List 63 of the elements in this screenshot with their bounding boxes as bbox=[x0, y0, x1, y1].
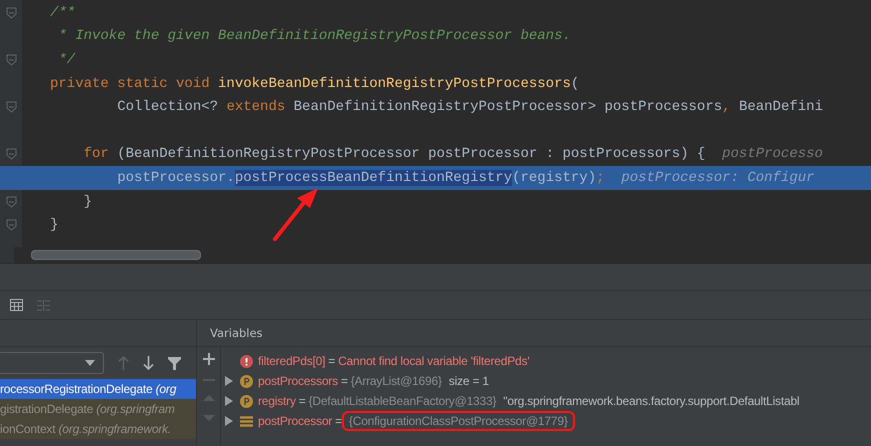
inline-value-hint: postProcessor: Configur bbox=[621, 170, 815, 186]
list-settings-icon[interactable] bbox=[37, 300, 50, 310]
variable-value: Cannot find local variable 'filteredPds' bbox=[338, 354, 530, 368]
stack-frame-item[interactable]: gistrationDelegate (org.springfram bbox=[0, 399, 196, 419]
variable-value: {DefaultListableBeanFactory@1333} bbox=[308, 394, 496, 408]
variable-value: {ConfigurationClassPostProcessor@1779} bbox=[344, 414, 572, 428]
code-token: for bbox=[82, 146, 110, 162]
code-token: /** bbox=[50, 4, 76, 21]
table-icon[interactable] bbox=[10, 299, 23, 311]
fold-marker-icon[interactable] bbox=[6, 196, 16, 208]
code-token: private static void bbox=[50, 76, 211, 92]
code-token: ( bbox=[570, 76, 580, 92]
code-token: postProcessor. bbox=[116, 170, 235, 186]
panel-title: Variables bbox=[210, 326, 263, 340]
variable-name: postProcessors bbox=[258, 374, 338, 388]
add-icon[interactable] bbox=[202, 353, 214, 365]
inline-value-hint: postProcesso bbox=[722, 146, 823, 162]
field-icon bbox=[240, 394, 253, 408]
move-up-icon[interactable] bbox=[202, 395, 214, 401]
code-token: } bbox=[82, 194, 92, 210]
fold-marker-icon[interactable] bbox=[6, 54, 16, 66]
stack-frame-item[interactable]: ionContext (org.springframework. bbox=[0, 419, 196, 439]
variable-detail: "org.springframework.beans.factory.support.DefaultListabl bbox=[503, 394, 800, 408]
field-icon bbox=[240, 374, 253, 388]
code-token: */ bbox=[57, 52, 76, 68]
expand-icon[interactable] bbox=[225, 396, 233, 406]
equals-sign: = bbox=[335, 414, 342, 428]
local-variable-icon bbox=[240, 416, 253, 426]
caret-icon bbox=[85, 360, 95, 366]
code-token: extends bbox=[226, 99, 286, 116]
fold-marker-icon[interactable] bbox=[6, 101, 16, 114]
filter-icon[interactable] bbox=[168, 356, 181, 370]
equals-sign: = bbox=[340, 374, 348, 388]
variable-name: filteredPds[0] bbox=[258, 354, 326, 368]
up-arrow-icon[interactable] bbox=[118, 356, 129, 370]
move-down-icon[interactable] bbox=[202, 415, 214, 421]
code-token: * Invoke the given BeanDefinitionRegistryPostProcessor beans. bbox=[57, 28, 571, 44]
variable-name: postProcessor bbox=[258, 414, 332, 428]
thread-dropdown[interactable] bbox=[0, 352, 104, 374]
code-token: BeanDefini bbox=[738, 99, 823, 116]
code-token: invokeBeanDefinitionRegistryPostProcessors bbox=[218, 76, 571, 92]
code-token: ; bbox=[596, 170, 606, 186]
fold-marker-icon[interactable] bbox=[6, 6, 16, 19]
down-arrow-icon[interactable] bbox=[143, 356, 154, 370]
code-token: Collection<? bbox=[116, 99, 220, 116]
code-token: } bbox=[50, 217, 58, 234]
code-token: (registry) bbox=[512, 170, 596, 186]
fold-marker-icon[interactable] bbox=[6, 219, 16, 232]
equals-sign: = bbox=[328, 354, 336, 368]
variable-name: registry bbox=[258, 394, 296, 408]
code-token: postProcessBeanDefinitionRegistry bbox=[234, 170, 512, 186]
equals-sign: = bbox=[298, 394, 306, 408]
code-token: , bbox=[722, 99, 732, 116]
variable-detail: size = 1 bbox=[448, 374, 489, 388]
stack-frame-item[interactable]: rocessorRegistrationDelegate (org bbox=[0, 379, 196, 399]
expand-icon[interactable] bbox=[225, 416, 233, 426]
variable-value: {ArrayList@1696} bbox=[350, 374, 442, 388]
code-token: (BeanDefinitionRegistryPostProcessor postProcessor : postProcessors) { bbox=[117, 146, 706, 162]
scrollbar-thumb[interactable] bbox=[31, 250, 201, 260]
fold-marker-icon[interactable] bbox=[6, 148, 16, 160]
expand-icon[interactable] bbox=[225, 376, 233, 386]
code-token: BeanDefinitionRegistryPostProcessor> postProcessors bbox=[294, 99, 722, 116]
error-icon bbox=[240, 354, 253, 368]
